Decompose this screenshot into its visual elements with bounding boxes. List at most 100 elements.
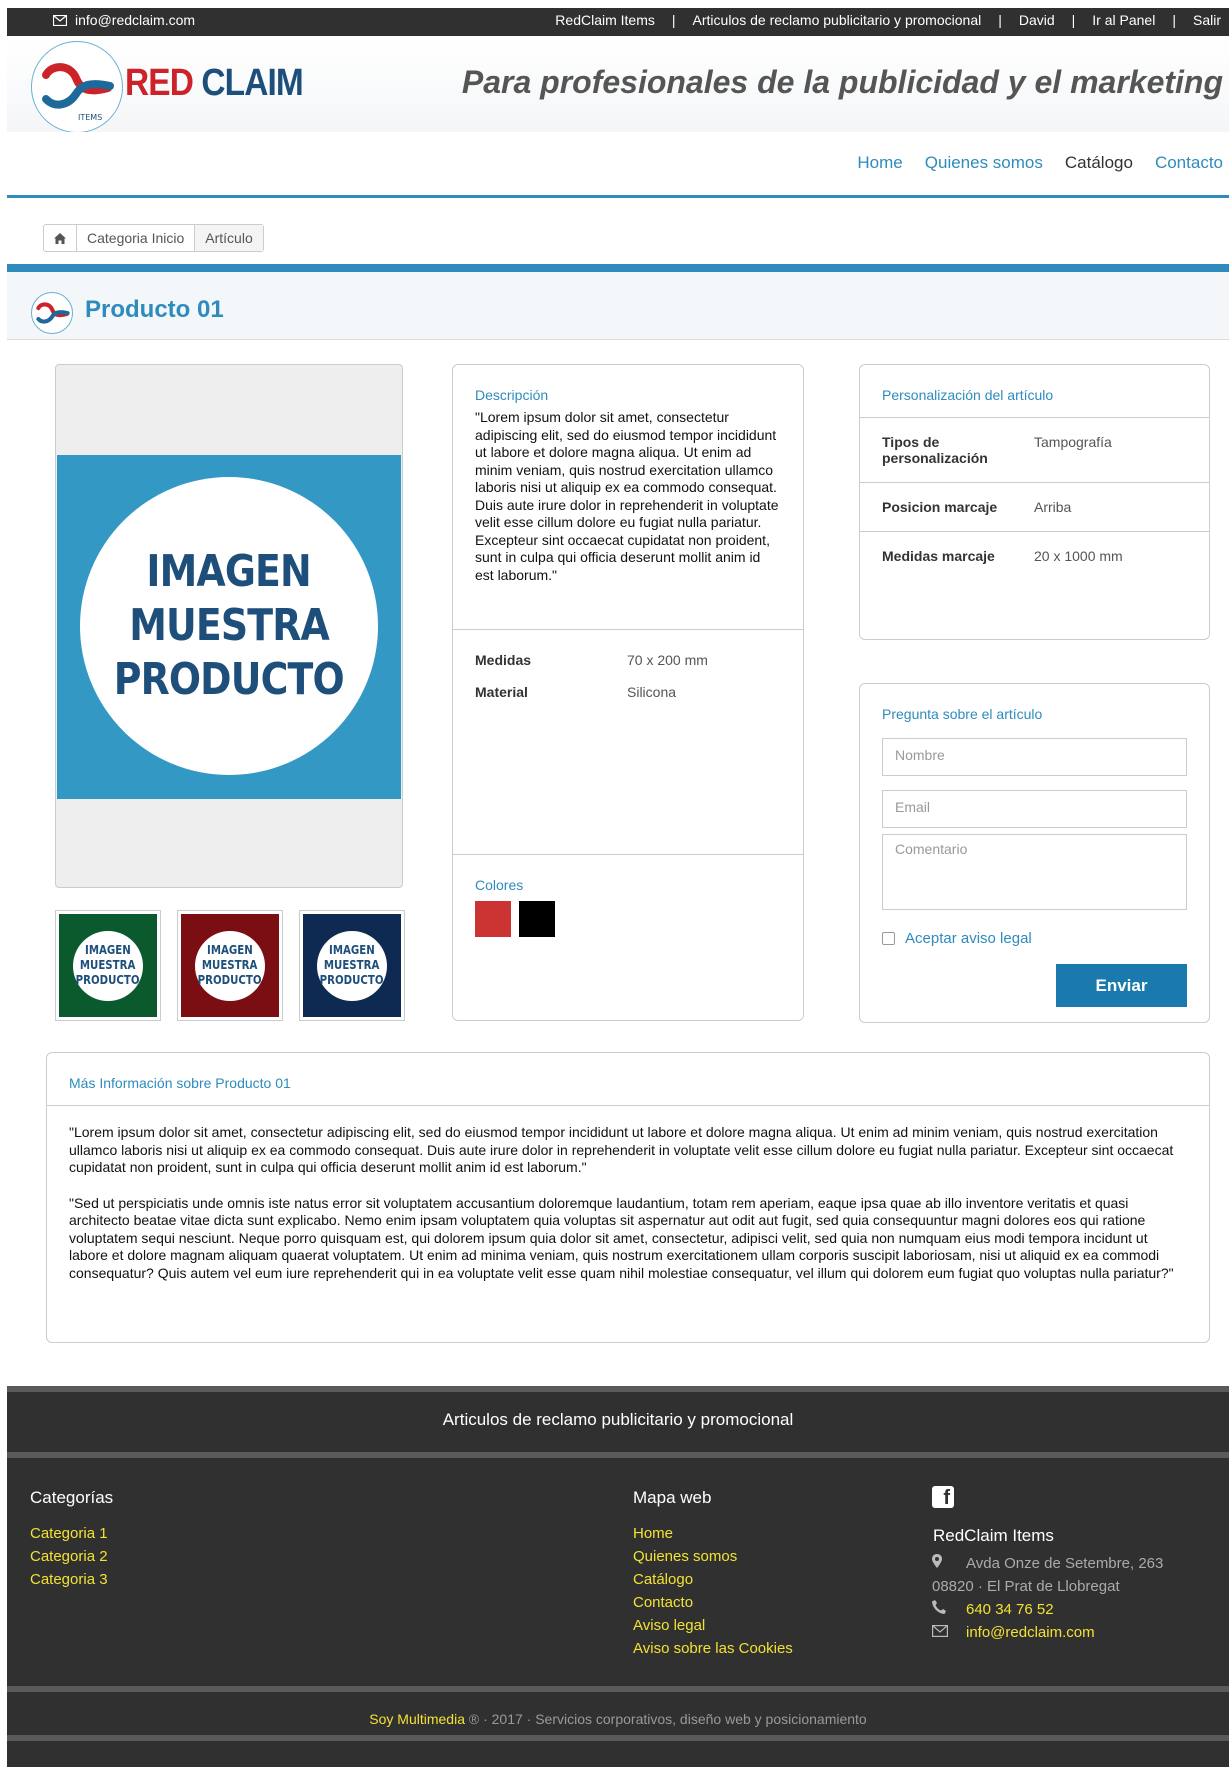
spec-row: Material Silicona bbox=[475, 684, 781, 700]
logo[interactable]: ITEMS bbox=[31, 41, 123, 133]
product-thumbnail[interactable]: IMAGEN MUESTRA PRODUCTO bbox=[177, 910, 283, 1021]
separator: | bbox=[1172, 12, 1176, 28]
separator: | bbox=[1071, 12, 1076, 28]
email-input[interactable]: Email bbox=[882, 790, 1187, 828]
footer-contact: f RedClaim Items Avda Onze de Setembre, … bbox=[932, 1486, 1163, 1644]
more-info-header: Más Información sobre Producto 01 bbox=[47, 1053, 1209, 1106]
map-pin-icon bbox=[932, 1552, 966, 1575]
brand-name[interactable]: RED CLAIM bbox=[125, 62, 304, 105]
spec-row: Medidas 70 x 200 mm bbox=[475, 652, 781, 668]
envelope-icon bbox=[932, 1621, 966, 1644]
top-link-articulos[interactable]: Articulos de reclamo publicitario y prom… bbox=[693, 12, 982, 28]
footer-credit-text: ® · 2017 · Servicios corporativos, diseñ… bbox=[468, 1711, 867, 1727]
top-link-logout[interactable]: Salir bbox=[1193, 12, 1221, 28]
thumbnail-text: MUESTRA bbox=[80, 958, 136, 972]
name-input[interactable]: Nombre bbox=[882, 738, 1187, 776]
footer-address-line1: Avda Onze de Setembre, 263 bbox=[966, 1555, 1164, 1572]
brand-red: RED bbox=[125, 62, 194, 104]
personalization-row: Posicion marcaje Arriba bbox=[860, 483, 1209, 532]
footer-category-link[interactable]: Categoria 2 bbox=[30, 1545, 113, 1568]
footer-sitemap-link[interactable]: Contacto bbox=[633, 1591, 793, 1614]
separator: | bbox=[671, 12, 676, 28]
footer-sitemap: Mapa web Home Quienes somos Catálogo Con… bbox=[633, 1488, 793, 1660]
top-link-panel[interactable]: Ir al Panel bbox=[1092, 12, 1155, 28]
footer-divider bbox=[7, 1735, 1229, 1741]
home-icon bbox=[54, 232, 66, 244]
description-panel: Descripción "Lorem ipsum dolor sit amet,… bbox=[452, 364, 804, 1021]
legal-checkbox[interactable] bbox=[882, 932, 895, 945]
more-info-panel: Más Información sobre Producto 01 "Lorem… bbox=[46, 1052, 1210, 1343]
product-logo-icon bbox=[31, 292, 73, 334]
footer-email-row: info@redclaim.com bbox=[932, 1621, 1163, 1644]
personalization-label: Tipos de personalización bbox=[882, 434, 988, 466]
nav-item-home[interactable]: Home bbox=[857, 153, 902, 173]
nav-item-contacto[interactable]: Contacto bbox=[1155, 153, 1223, 173]
personalization-value: 20 x 1000 mm bbox=[1034, 548, 1123, 564]
product-thumbnail[interactable]: IMAGEN MUESTRA PRODUCTO bbox=[299, 910, 405, 1021]
product-image-background: IMAGEN MUESTRA PRODUCTO bbox=[57, 455, 401, 799]
submit-button[interactable]: Enviar bbox=[1056, 964, 1187, 1007]
thumbnail-circle: IMAGEN MUESTRA PRODUCTO bbox=[73, 930, 143, 1001]
footer-title: Articulos de reclamo publicitario y prom… bbox=[442, 1410, 794, 1429]
personalization-label: Posicion marcaje bbox=[882, 499, 998, 515]
nav-item-catalogo[interactable]: Catálogo bbox=[1065, 153, 1133, 173]
thumbnail-circle: IMAGEN MUESTRA PRODUCTO bbox=[195, 930, 265, 1001]
spec-value: 70 x 200 mm bbox=[627, 652, 708, 668]
footer-phone[interactable]: 640 34 76 52 bbox=[966, 1598, 1054, 1621]
colors-heading: Colores bbox=[475, 877, 524, 893]
comment-textarea[interactable]: Comentario bbox=[882, 834, 1187, 910]
personalization-panel: Personalización del artículo Tipos de pe… bbox=[859, 364, 1210, 640]
footer-sitemap-link[interactable]: Catálogo bbox=[633, 1568, 793, 1591]
footer-sitemap-link[interactable]: Aviso legal bbox=[633, 1614, 793, 1637]
spec-label: Material bbox=[475, 684, 528, 700]
footer-divider bbox=[7, 1686, 1229, 1692]
thumbnail-text: PRODUCTO bbox=[198, 973, 262, 987]
nav-item-quienes-somos[interactable]: Quienes somos bbox=[925, 153, 1043, 173]
description-section: Descripción "Lorem ipsum dolor sit amet,… bbox=[453, 365, 803, 630]
legal-checkbox-label[interactable]: Aceptar aviso legal bbox=[905, 930, 1032, 947]
footer-category-link[interactable]: Categoria 1 bbox=[30, 1522, 113, 1545]
footer-sitemap-link[interactable]: Quienes somos bbox=[633, 1545, 793, 1568]
legal-checkbox-row[interactable]: Aceptar aviso legal bbox=[882, 930, 1187, 947]
brand-blue: CLAIM bbox=[201, 62, 303, 104]
more-info-heading: Más Información sobre Producto 01 bbox=[69, 1075, 291, 1091]
footer-categories-heading: Categorías bbox=[30, 1488, 114, 1507]
product-thumbnail[interactable]: IMAGEN MUESTRA PRODUCTO bbox=[55, 910, 161, 1021]
footer-credit: Soy Multimedia ® · 2017 · Servicios corp… bbox=[7, 1711, 1229, 1727]
top-email[interactable]: info@redclaim.com bbox=[53, 12, 195, 28]
thumbnail-circle: IMAGEN MUESTRA PRODUCTO bbox=[317, 930, 387, 1001]
product-main-image[interactable]: IMAGEN MUESTRA PRODUCTO bbox=[55, 364, 403, 888]
spec-label: Medidas bbox=[475, 652, 532, 668]
main-nav: Home Quienes somos Catálogo Contacto bbox=[7, 132, 1229, 198]
footer-email[interactable]: info@redclaim.com bbox=[966, 1621, 1095, 1644]
spec-value: Silicona bbox=[627, 684, 677, 700]
question-heading: Pregunta sobre el artículo bbox=[882, 706, 1043, 722]
facebook-icon[interactable]: f bbox=[932, 1486, 954, 1508]
color-swatch-black[interactable] bbox=[519, 901, 555, 937]
site-footer: Articulos de reclamo publicitario y prom… bbox=[7, 1386, 1229, 1767]
description-heading: Descripción bbox=[475, 387, 549, 403]
footer-credit-link[interactable]: Soy Multimedia bbox=[369, 1711, 465, 1727]
more-info-paragraph: "Sed ut perspiciatis unde omnis iste nat… bbox=[69, 1194, 1174, 1281]
breadcrumb-item-articulo: Artículo bbox=[195, 225, 263, 251]
specs-section: Medidas 70 x 200 mm Material Silicona bbox=[453, 630, 803, 855]
page-title: Producto 01 bbox=[85, 296, 224, 323]
color-swatches bbox=[475, 901, 781, 937]
footer-sitemap-link[interactable]: Aviso sobre las Cookies bbox=[633, 1637, 793, 1660]
personalization-value: Tampografía bbox=[1034, 434, 1112, 450]
footer-sitemap-link[interactable]: Home bbox=[633, 1522, 793, 1545]
breadcrumb-home[interactable] bbox=[44, 225, 77, 251]
footer-address: Avda Onze de Setembre, 263 bbox=[932, 1552, 1163, 1575]
logo-text: ITEMS bbox=[78, 113, 102, 122]
footer-address-line2: 08820 · El Prat de Llobregat bbox=[932, 1578, 1120, 1595]
breadcrumb-item-categoria[interactable]: Categoria Inicio bbox=[77, 225, 196, 251]
color-swatch-red[interactable] bbox=[475, 901, 511, 937]
product-image-text-1: IMAGEN bbox=[146, 546, 312, 597]
thumbnail-text: PRODUCTO bbox=[320, 973, 384, 987]
page: info@redclaim.com RedClaim Items | Artic… bbox=[7, 0, 1229, 1767]
personalization-label: Medidas marcaje bbox=[882, 548, 995, 564]
personalization-heading: Personalización del artículo bbox=[882, 387, 1054, 403]
top-link-redclaim-items[interactable]: RedClaim Items bbox=[555, 12, 655, 28]
top-link-user[interactable]: David bbox=[1019, 12, 1055, 28]
footer-category-link[interactable]: Categoria 3 bbox=[30, 1568, 113, 1591]
